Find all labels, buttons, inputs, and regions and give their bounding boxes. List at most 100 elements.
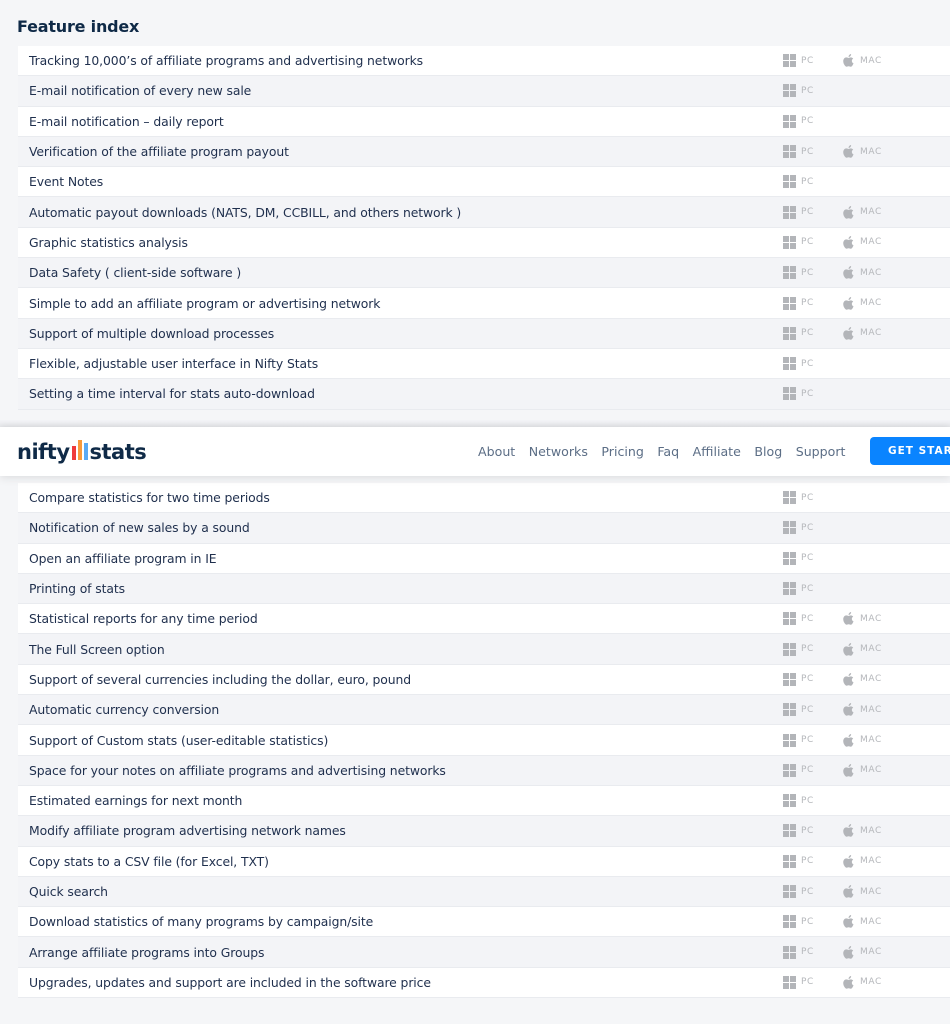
feature-row: Printing of stats PC — [18, 573, 950, 605]
feature-row: Modify affiliate program advertising net… — [18, 816, 950, 847]
platform-pc: PC — [783, 915, 814, 929]
feature-label: E-mail notification of every new sale — [29, 83, 252, 99]
nav-faq[interactable]: Faq — [657, 444, 679, 459]
windows-icon — [783, 326, 796, 340]
windows-icon — [783, 854, 796, 868]
platform-mac-label: MAC — [860, 856, 882, 867]
platform-mac: MAC — [843, 612, 882, 626]
feature-label: Upgrades, updates and support are includ… — [29, 974, 431, 990]
feature-row: E-mail notification – daily report PC — [18, 106, 950, 137]
platform-mac-label: MAC — [860, 613, 882, 624]
platform-mac-label: MAC — [860, 916, 882, 927]
feature-row: Arrange affiliate programs into Groups PC… — [18, 937, 950, 968]
windows-icon — [783, 945, 796, 959]
windows-icon — [783, 551, 796, 565]
apple-icon — [843, 945, 855, 959]
platform-pc: PC — [783, 975, 814, 989]
platform-pc-label: PC — [801, 492, 814, 503]
feature-row: Compare statistics for two time periods P… — [18, 483, 950, 514]
feature-label: Verification of the affiliate program pa… — [29, 144, 289, 160]
nav-about[interactable]: About — [478, 444, 515, 459]
windows-icon — [783, 175, 796, 189]
windows-icon — [783, 387, 796, 401]
platform-mac: MAC — [843, 235, 882, 249]
platform-pc: PC — [783, 205, 814, 219]
feature-label: Automatic currency conversion — [29, 702, 220, 718]
feature-list-top: Tracking 10,000’s of affiliate programs … — [18, 46, 950, 410]
platform-mac: MAC — [843, 703, 882, 716]
apple-icon — [843, 975, 855, 989]
nav-networks[interactable]: Networks — [529, 444, 588, 459]
platform-pc-label: PC — [801, 328, 814, 339]
platform-mac-label: MAC — [860, 765, 882, 776]
platform-pc: PC — [783, 885, 814, 898]
platform-mac: MAC — [843, 266, 882, 279]
apple-icon — [843, 296, 855, 310]
platform-pc-label: PC — [801, 522, 814, 533]
platform-mac: MAC — [843, 915, 882, 929]
logo-bar-2 — [77, 440, 82, 460]
feature-row: Support of several currencies including … — [18, 664, 950, 696]
platform-mac: MAC — [843, 885, 882, 898]
platform-mac-label: MAC — [860, 977, 882, 988]
feature-label: Support of multiple download processes — [29, 325, 275, 341]
platform-pc: PC — [783, 794, 814, 808]
nav-pricing[interactable]: Pricing — [601, 444, 643, 459]
platform-pc: PC — [783, 357, 814, 371]
get-started-button[interactable]: GET STARTED — [870, 437, 950, 465]
logo-bar-1 — [71, 446, 76, 460]
feature-row: Event Notes PC — [18, 167, 950, 198]
platform-mac: MAC — [843, 854, 882, 868]
platform-pc-label: PC — [801, 735, 814, 746]
apple-icon — [843, 326, 855, 340]
platform-mac: MAC — [843, 733, 882, 747]
logo[interactable]: nifty stats — [17, 438, 147, 464]
platform-pc: PC — [783, 491, 814, 505]
platform-pc: PC — [783, 145, 814, 159]
header-shadow-gap — [0, 420, 950, 427]
platform-pc: PC — [783, 733, 814, 747]
windows-icon — [783, 266, 796, 280]
feature-label: Support of several currencies including … — [29, 671, 412, 687]
platform-pc: PC — [783, 84, 814, 98]
platform-pc: PC — [783, 854, 814, 868]
platform-pc-label: PC — [801, 916, 814, 927]
platform-mac: MAC — [843, 945, 882, 959]
windows-icon — [783, 763, 796, 777]
feature-label: Estimated earnings for next month — [29, 793, 243, 809]
page-title: Feature index — [17, 17, 140, 37]
platform-mac-label: MAC — [860, 55, 882, 66]
feature-row: E-mail notification of every new sale PC — [18, 76, 950, 107]
feature-row: Notification of new sales by a sound PC — [18, 513, 950, 544]
feature-row: Open an affiliate program in IE PC — [18, 543, 950, 574]
platform-pc: PC — [783, 945, 814, 959]
platform-mac: MAC — [843, 326, 882, 340]
platform-pc-label: PC — [801, 207, 814, 218]
apple-icon — [843, 145, 855, 158]
platform-pc-label: PC — [801, 267, 814, 278]
feature-label: The Full Screen option — [29, 641, 165, 657]
platform-mac: MAC — [843, 763, 882, 777]
feature-label: Download statistics of many programs by … — [29, 914, 374, 930]
platform-mac: MAC — [843, 975, 882, 989]
platform-pc: PC — [783, 114, 814, 128]
feature-label: Event Notes — [29, 174, 104, 190]
platform-mac: MAC — [843, 824, 882, 838]
apple-icon — [843, 885, 855, 898]
platform-mac: MAC — [843, 145, 882, 158]
platform-mac: MAC — [843, 642, 882, 656]
windows-icon — [783, 521, 796, 535]
logo-bar-3 — [83, 443, 88, 460]
nav-affiliate[interactable]: Affiliate — [693, 444, 741, 459]
nav-support[interactable]: Support — [796, 444, 846, 459]
feature-row: Flexible, adjustable user interface in N… — [18, 348, 950, 380]
feature-label: E-mail notification – daily report — [29, 113, 224, 129]
platform-pc-label: PC — [801, 583, 814, 594]
windows-icon — [783, 205, 796, 219]
platform-mac: MAC — [843, 672, 882, 686]
feature-label: Copy stats to a CSV file (for Excel, TXT… — [29, 853, 269, 869]
platform-pc-label: PC — [801, 644, 814, 655]
nav-blog[interactable]: Blog — [754, 444, 782, 459]
platform-pc-label: PC — [801, 947, 814, 958]
windows-icon — [783, 296, 796, 310]
